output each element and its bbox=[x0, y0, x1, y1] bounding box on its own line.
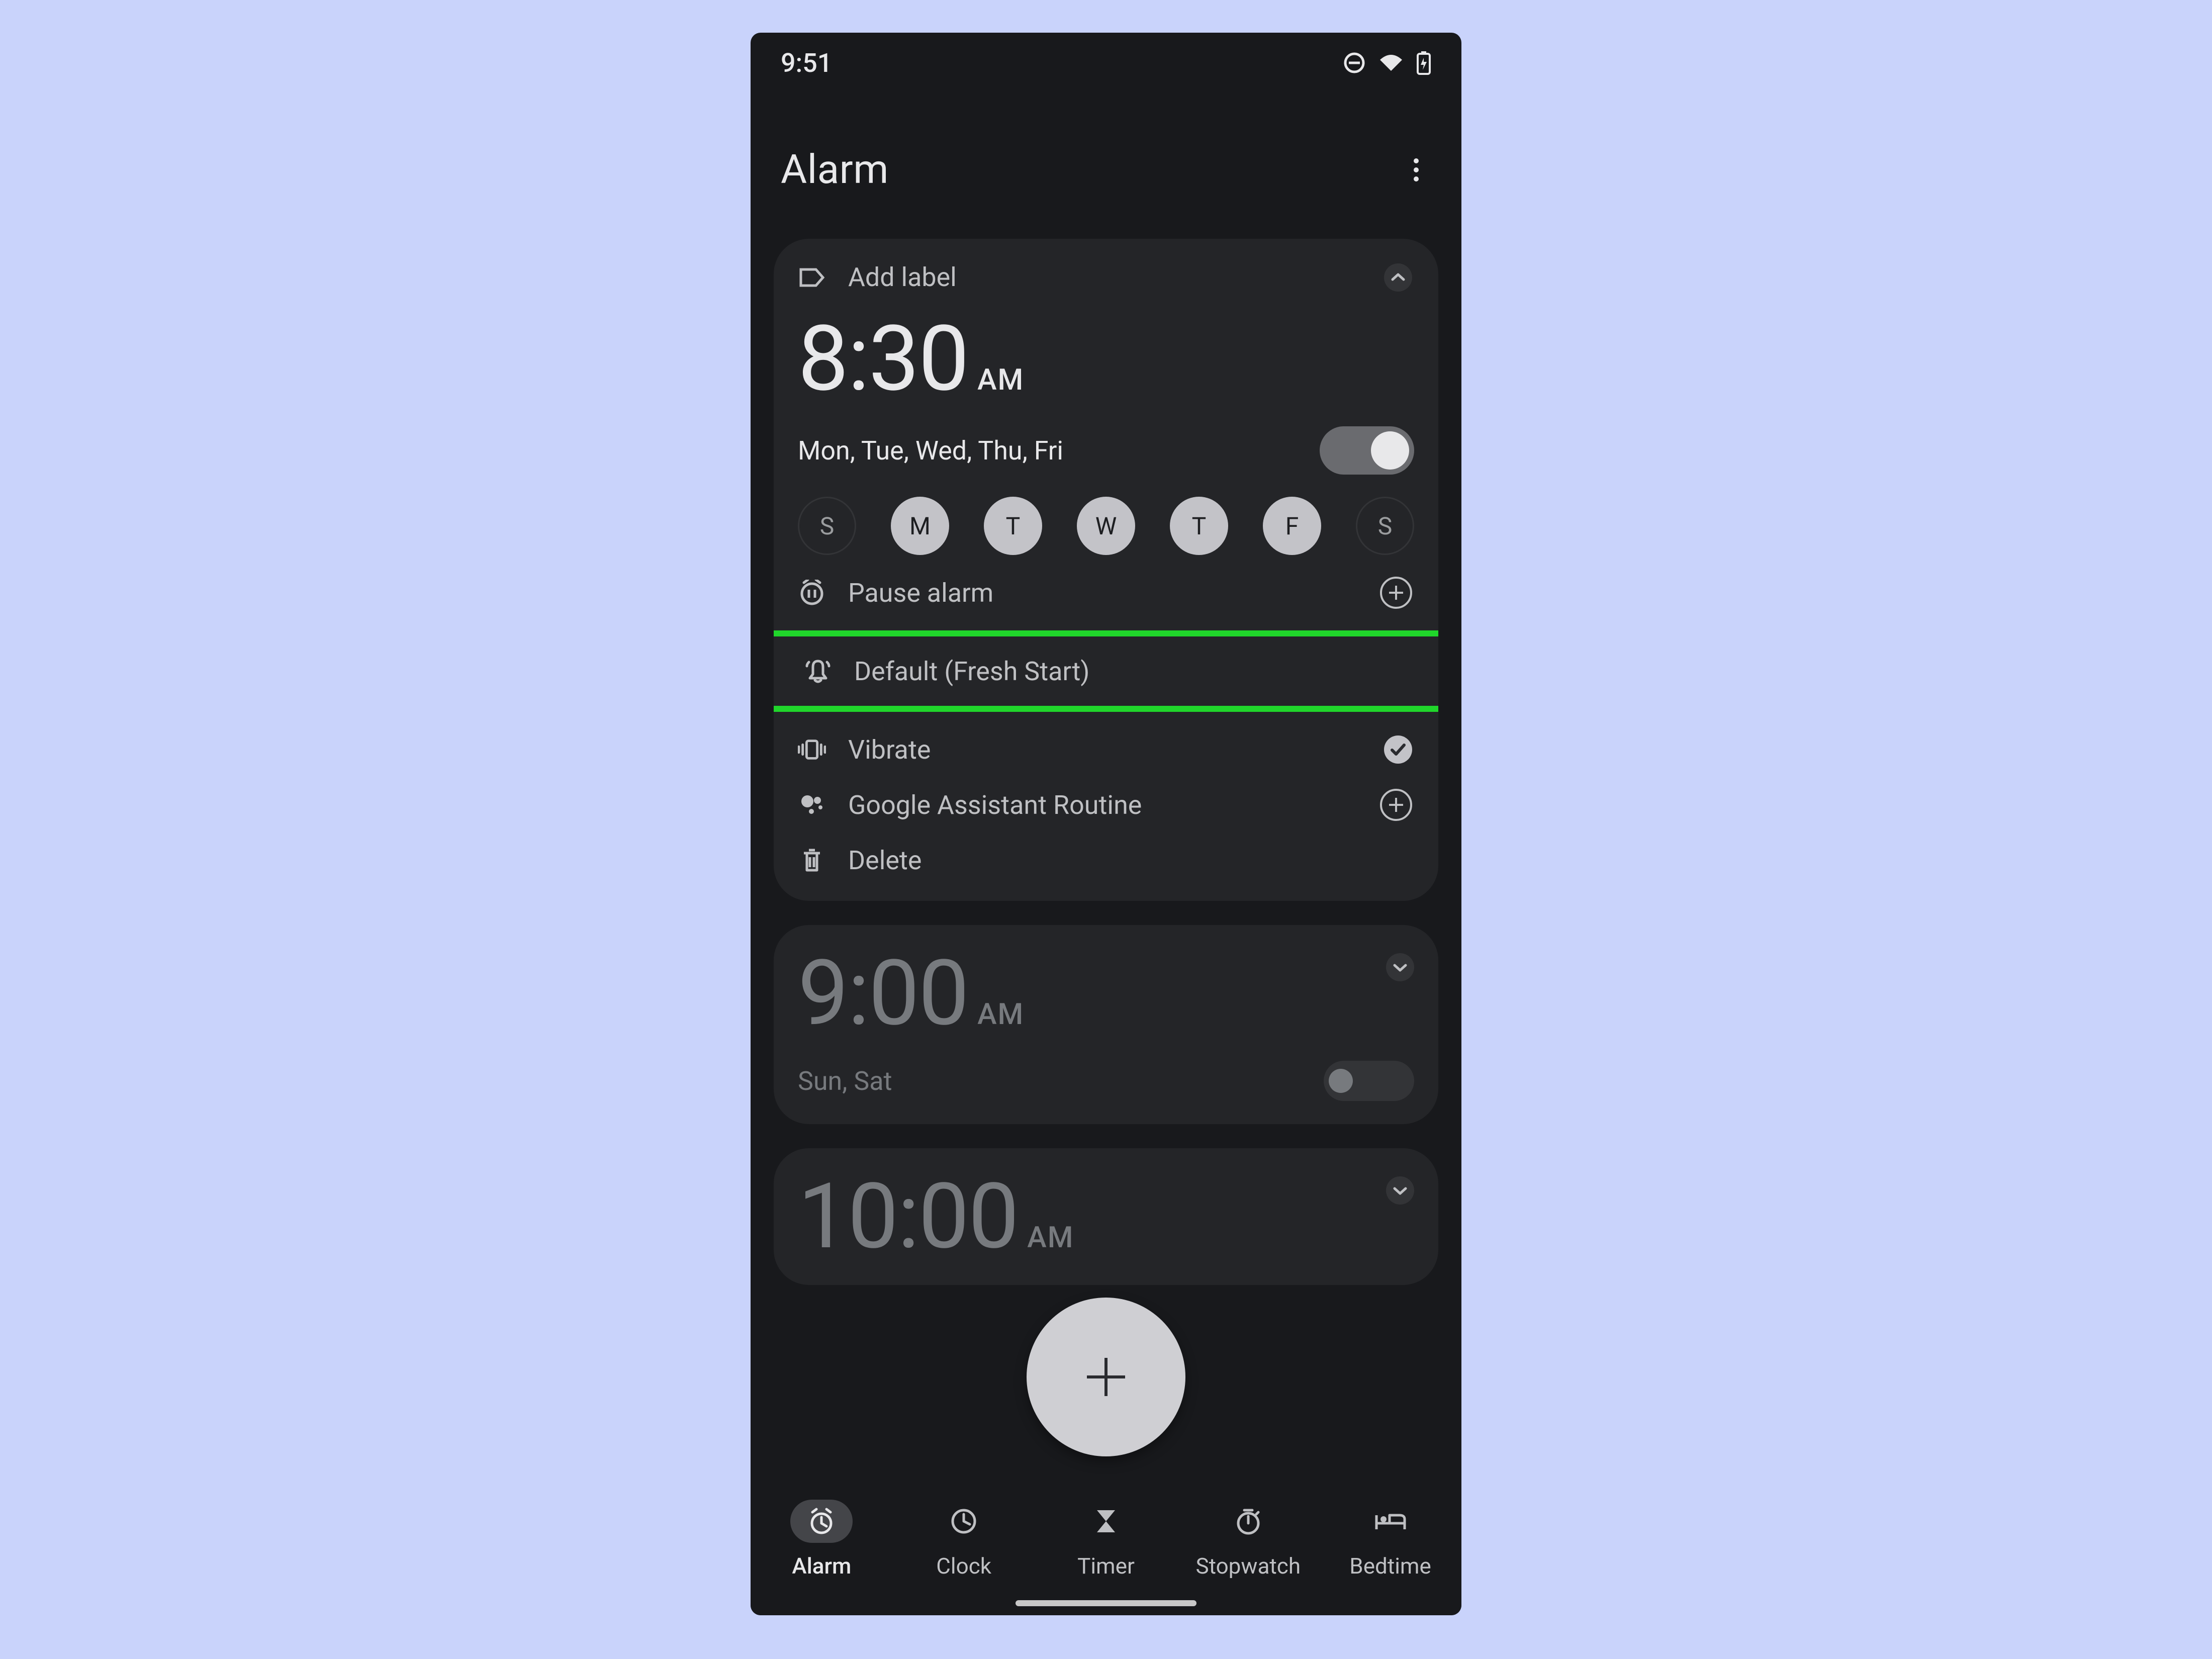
collapse-button[interactable] bbox=[1384, 263, 1412, 292]
day-chip-thu[interactable]: T bbox=[1170, 497, 1228, 555]
alarm-toggle[interactable] bbox=[1320, 426, 1414, 475]
alarm-card-expanded: Add label 8:30 AM Mon, Tue, Wed, Thu, Fr… bbox=[774, 239, 1438, 901]
nav-timer[interactable]: Timer bbox=[1036, 1500, 1176, 1579]
alarm-days-text: Mon, Tue, Wed, Thu, Fri bbox=[798, 435, 1063, 466]
expand-button-2[interactable] bbox=[1386, 1176, 1414, 1205]
nav-bedtime[interactable]: Bedtime bbox=[1320, 1500, 1461, 1579]
bedtime-icon bbox=[1359, 1500, 1422, 1543]
nav-stopwatch-label: Stopwatch bbox=[1196, 1553, 1301, 1579]
day-chip-mon[interactable]: M bbox=[891, 497, 949, 555]
add-label-row[interactable]: Add label bbox=[798, 262, 1414, 293]
alarm3-time-hm: 10:00 bbox=[798, 1171, 1018, 1262]
add-pause-icon[interactable] bbox=[1380, 577, 1412, 609]
alarm2-days-row: Sun, Sat bbox=[798, 1061, 1414, 1101]
nav-clock[interactable]: Clock bbox=[893, 1500, 1034, 1579]
alarm2-time-hm: 9:00 bbox=[798, 948, 968, 1039]
alarm-sound-text: Default (Fresh Start) bbox=[854, 656, 1089, 687]
vibrate-row[interactable]: Vibrate bbox=[798, 732, 1414, 767]
day-chips: S M T W T F S bbox=[798, 497, 1414, 555]
day-chip-fri[interactable]: F bbox=[1263, 497, 1321, 555]
add-alarm-fab[interactable] bbox=[1027, 1298, 1185, 1456]
alarm-time-hm: 8:30 bbox=[798, 314, 968, 404]
alarm-icon bbox=[790, 1500, 853, 1543]
alarm-sound-row[interactable]: Default (Fresh Start) bbox=[774, 630, 1438, 712]
clock-icon bbox=[933, 1500, 995, 1543]
status-bar: 9:51 bbox=[751, 33, 1461, 93]
battery-icon bbox=[1416, 51, 1431, 75]
stopwatch-icon bbox=[1217, 1500, 1279, 1543]
status-icons bbox=[1343, 51, 1431, 75]
home-indicator[interactable] bbox=[1016, 1600, 1196, 1606]
alarm2-toggle[interactable] bbox=[1324, 1061, 1414, 1101]
alarm-time-ampm: AM bbox=[977, 363, 1024, 397]
delete-alarm-row[interactable]: Delete bbox=[798, 843, 1414, 878]
alarm2-time[interactable]: 9:00 AM bbox=[798, 948, 1414, 1039]
phone-frame: 9:51 Alarm Add label bbox=[751, 33, 1461, 1615]
nav-timer-label: Timer bbox=[1077, 1553, 1135, 1579]
nav-stopwatch[interactable]: Stopwatch bbox=[1178, 1500, 1319, 1579]
assistant-icon bbox=[798, 791, 826, 819]
alarm-time[interactable]: 8:30 AM bbox=[798, 314, 1414, 404]
assistant-routine-row[interactable]: Google Assistant Routine bbox=[798, 787, 1414, 822]
alarm2-time-ampm: AM bbox=[977, 997, 1024, 1032]
alarm3-time-ampm: AM bbox=[1027, 1221, 1074, 1255]
label-icon bbox=[798, 263, 826, 292]
nav-bedtime-label: Bedtime bbox=[1349, 1553, 1431, 1579]
pause-alarm-icon bbox=[798, 579, 826, 607]
alarm-card-collapsed-2[interactable]: 10:00 AM bbox=[774, 1148, 1438, 1285]
alarm2-days-text: Sun, Sat bbox=[798, 1066, 892, 1096]
alarm-list: Add label 8:30 AM Mon, Tue, Wed, Thu, Fr… bbox=[774, 239, 1438, 1469]
app-header: Alarm bbox=[751, 146, 1461, 193]
sound-icon bbox=[804, 657, 832, 685]
delete-text: Delete bbox=[848, 845, 922, 876]
nav-alarm-label: Alarm bbox=[792, 1553, 851, 1579]
nav-alarm[interactable]: Alarm bbox=[751, 1500, 892, 1579]
alarm-card-collapsed[interactable]: 9:00 AM Sun, Sat bbox=[774, 925, 1438, 1124]
pause-alarm-row[interactable]: Pause alarm bbox=[798, 575, 1414, 610]
do-not-disturb-icon bbox=[1343, 51, 1366, 74]
status-time: 9:51 bbox=[781, 48, 832, 78]
add-label-text: Add label bbox=[848, 262, 957, 293]
wifi-icon bbox=[1378, 53, 1404, 73]
vibrate-text: Vibrate bbox=[848, 734, 931, 765]
day-chip-sun[interactable]: S bbox=[798, 497, 856, 555]
page-title: Alarm bbox=[781, 146, 889, 193]
add-routine-icon[interactable] bbox=[1380, 789, 1412, 821]
timer-icon bbox=[1075, 1500, 1137, 1543]
nav-clock-label: Clock bbox=[936, 1553, 991, 1579]
day-chip-sat[interactable]: S bbox=[1356, 497, 1414, 555]
delete-icon bbox=[798, 846, 826, 874]
day-chip-wed[interactable]: W bbox=[1077, 497, 1135, 555]
assistant-text: Google Assistant Routine bbox=[848, 790, 1142, 820]
more-options-icon[interactable] bbox=[1401, 154, 1431, 185]
expand-button[interactable] bbox=[1386, 953, 1414, 981]
pause-alarm-text: Pause alarm bbox=[848, 578, 993, 608]
vibrate-icon bbox=[798, 735, 826, 764]
bottom-nav: Alarm Clock Timer Stopwatch Bedtime bbox=[751, 1485, 1461, 1615]
day-chip-tue[interactable]: T bbox=[984, 497, 1042, 555]
alarm-days-row: Mon, Tue, Wed, Thu, Fri bbox=[798, 426, 1414, 475]
alarm3-time[interactable]: 10:00 AM bbox=[798, 1171, 1414, 1262]
vibrate-check-icon[interactable] bbox=[1384, 735, 1412, 764]
